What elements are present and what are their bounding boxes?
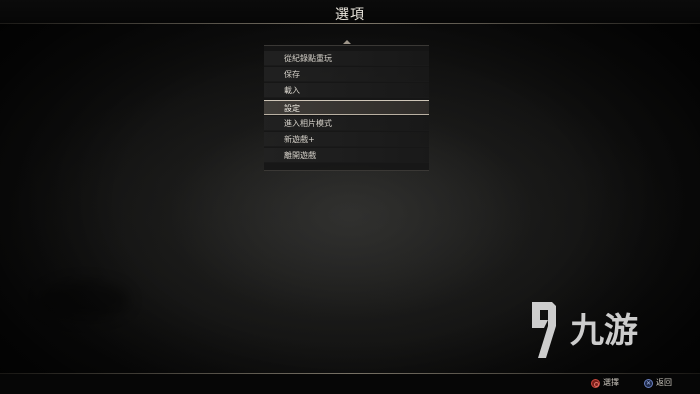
select-hint-label: 選擇 (603, 378, 619, 387)
back-hint[interactable]: ✕ 返回 (644, 377, 672, 389)
watermark-logo: 九游 (532, 302, 638, 358)
options-menu: 從紀錄點重玩 保存 載入 設定 進入相片模式 新遊戲+ 離開遊戲 (264, 45, 429, 171)
menu-item-restart-checkpoint[interactable]: 從紀錄點重玩 (264, 51, 429, 66)
menu-item-save[interactable]: 保存 (264, 67, 429, 82)
back-hint-label: 返回 (656, 378, 672, 387)
menu-pointer-icon (343, 40, 351, 44)
watermark-text: 九游 (570, 311, 638, 351)
menu-item-photo-mode[interactable]: 進入相片模式 (264, 116, 429, 131)
page-title: 選項 (335, 7, 365, 23)
menu-item-quit-game[interactable]: 離開遊戲 (264, 148, 429, 163)
menu-item-load[interactable]: 載入 (264, 83, 429, 98)
menu-item-new-game-plus[interactable]: 新遊戲+ (264, 132, 429, 147)
circle-button-icon (591, 378, 600, 388)
nine-game-logo-icon (532, 302, 556, 358)
menu-item-settings[interactable]: 設定 (264, 100, 429, 115)
select-hint[interactable]: 選擇 (591, 377, 619, 389)
cross-button-icon: ✕ (644, 378, 653, 388)
